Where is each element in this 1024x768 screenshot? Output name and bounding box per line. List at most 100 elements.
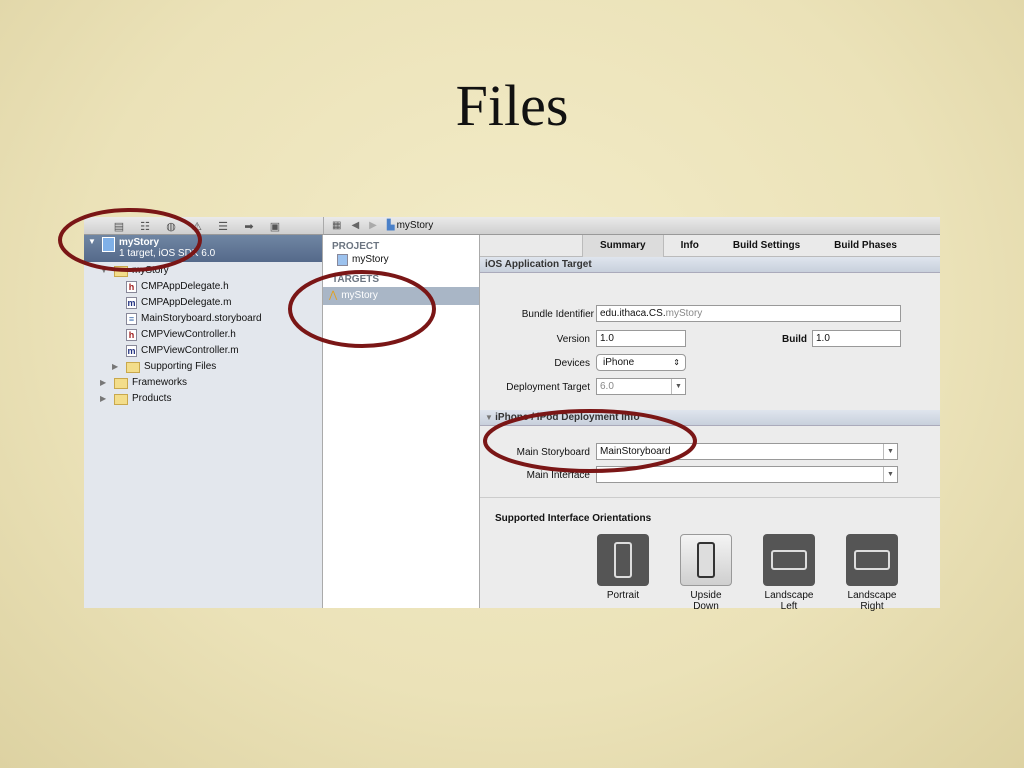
dropdown-icon[interactable]: ▼ xyxy=(883,467,897,482)
log-icon[interactable]: ▣ xyxy=(262,220,288,233)
build-label: Build xyxy=(782,334,807,345)
deployment-header-label: iPhone / iPod Deployment Info xyxy=(495,412,640,423)
orientation-toggle[interactable]: Portrait xyxy=(596,534,650,601)
deploy-value: 6.0 xyxy=(600,381,614,392)
slide-title: Files xyxy=(455,73,569,138)
back-icon[interactable]: ◀ xyxy=(351,220,359,231)
nav-item-label: Frameworks xyxy=(132,377,188,388)
targets-header: TARGETS xyxy=(332,274,380,285)
storyboard-label: Main Storyboard xyxy=(516,447,590,458)
test-icon[interactable]: ☰ xyxy=(210,220,236,233)
nav-item-label: myStory xyxy=(132,265,169,276)
orientation-label: Landscape xyxy=(847,590,897,601)
project-name: myStory xyxy=(119,237,160,248)
build-field[interactable]: 1.0 xyxy=(812,330,901,347)
warning-icon[interactable]: ⚠ xyxy=(184,220,210,233)
tab-build-phases[interactable]: Build Phases xyxy=(817,235,914,257)
main-interface-combo[interactable]: ▼ xyxy=(596,466,898,483)
project-item[interactable]: myStory xyxy=(323,252,479,268)
nav-item-label: CMPAppDelegate.m xyxy=(141,297,232,308)
forward-icon[interactable]: ▶ xyxy=(369,220,377,231)
tab-info[interactable]: Info xyxy=(664,235,716,257)
nav-item[interactable]: ▶ Supporting Files xyxy=(84,359,322,375)
orientation-toggle[interactable]: Landscape Left xyxy=(762,534,816,612)
tab-summary[interactable]: Summary xyxy=(582,234,664,257)
bundle-suffix: myStory xyxy=(665,308,703,319)
tab-build-settings[interactable]: Build Settings xyxy=(716,235,817,257)
nav-item[interactable]: ▶ Products xyxy=(84,391,322,407)
target-editor: Summary Info Build Settings Build Phases iO… xyxy=(480,234,940,612)
orientation-label: Portrait xyxy=(606,590,640,601)
disclosure-icon[interactable]: ▼ xyxy=(88,237,98,262)
breakpoint-icon[interactable]: ➡ xyxy=(236,220,262,233)
project-item-label: myStory xyxy=(352,254,389,265)
nav-item-label: MainStoryboard.storyboard xyxy=(141,313,262,324)
orientation-toggle[interactable]: Landscape Right xyxy=(845,534,899,612)
main-storyboard-combo[interactable]: MainStoryboard ▼ xyxy=(596,443,898,460)
portrait-phone-icon xyxy=(597,534,649,586)
nav-item-label: CMPAppDelegate.h xyxy=(141,281,229,292)
project-row[interactable]: ▼ myStory 1 target, iOS SDK 6.0 xyxy=(84,235,322,262)
search-icon[interactable]: ◍ xyxy=(158,220,184,233)
dropdown-icon[interactable]: ▼ xyxy=(883,444,897,459)
nav-item[interactable]: ▼ myStory xyxy=(84,263,322,279)
project-icon: ▙ xyxy=(386,220,395,231)
project-navigator: ▼ myStory 1 target, iOS SDK 6.0 ▼ myStory h… xyxy=(84,235,323,608)
disclosure-icon[interactable]: ▶ xyxy=(100,375,110,391)
nav-item[interactable]: ≡ MainStoryboard.storyboard xyxy=(84,311,322,327)
orientation-label-2: Down xyxy=(693,601,719,612)
disclosure-icon: ▼ xyxy=(485,413,496,422)
disclosure-icon[interactable]: ▶ xyxy=(112,359,122,375)
bundle-identifier-field[interactable]: edu.ithaca.CS.myStory xyxy=(596,305,901,322)
grid-icon[interactable]: ▦ xyxy=(332,220,341,231)
nav-item-label: CMPViewController.m xyxy=(141,345,239,356)
interface-label: Main Interface xyxy=(526,470,590,481)
nav-item[interactable]: m CMPAppDelegate.m xyxy=(84,295,322,311)
stepper-icon: ⇕ xyxy=(673,358,680,367)
section-header: iOS Application Target xyxy=(480,257,940,273)
version-field[interactable]: 1.0 xyxy=(596,330,686,347)
landscape-phone-icon xyxy=(846,534,898,586)
orientation-label-2: Right xyxy=(860,601,884,612)
devices-select[interactable]: iPhone ⇕ xyxy=(596,354,686,371)
m-file-icon: m xyxy=(126,297,137,309)
storyboard-value: MainStoryboard xyxy=(600,446,671,457)
nav-item-label: Products xyxy=(132,393,172,404)
xcode-window: ▤ ☷ ◍ ⚠ ☰ ➡ ▣ ▦ ◀ ▶ ▙ myStory ▼ myStory 1… xyxy=(84,217,940,612)
disclosure-icon[interactable]: ▼ xyxy=(100,263,110,279)
nav-item[interactable]: h CMPViewController.h xyxy=(84,327,322,343)
orientation-label: Landscape xyxy=(764,590,814,601)
bundle-prefix: edu.ithaca.CS. xyxy=(600,308,666,319)
dropdown-icon[interactable]: ▼ xyxy=(671,379,685,394)
orientation-toggle[interactable]: Upside Down xyxy=(679,534,733,612)
folder-icon[interactable]: ▤ xyxy=(106,220,132,233)
deployment-header[interactable]: ▼ iPhone / iPod Deployment Info xyxy=(480,410,940,426)
project-target-list: PROJECT myStory TARGETS ⋀ myStory xyxy=(323,235,480,608)
h-file-icon: h xyxy=(126,329,137,341)
orientation-label: Upside xyxy=(690,590,722,601)
symbol-icon[interactable]: ☷ xyxy=(132,220,158,233)
h-file-icon: h xyxy=(126,281,137,293)
disclosure-icon[interactable]: ▶ xyxy=(100,391,110,407)
deployment-target-combo[interactable]: 6.0 ▼ xyxy=(596,378,686,395)
devices-label: Devices xyxy=(554,358,590,369)
breadcrumb[interactable]: myStory xyxy=(397,220,434,231)
project-icon xyxy=(102,237,115,252)
app-target-icon: ⋀ xyxy=(329,290,338,301)
project-header: PROJECT xyxy=(332,241,380,252)
editor-tabs: Summary Info Build Settings Build Phases xyxy=(480,234,940,257)
devices-value: iPhone xyxy=(603,357,635,368)
target-item[interactable]: ⋀ myStory xyxy=(323,287,479,305)
bundle-label: Bundle Identifier xyxy=(521,309,594,320)
folder-icon xyxy=(114,393,128,405)
navigator-toolbar: ▤ ☷ ◍ ⚠ ☰ ➡ ▣ xyxy=(84,217,323,235)
portrait-phone-icon xyxy=(680,534,732,586)
nav-item[interactable]: h CMPAppDelegate.h xyxy=(84,279,322,295)
nav-item-label: CMPViewController.h xyxy=(141,329,236,340)
nav-item[interactable]: ▶ Frameworks xyxy=(84,375,322,391)
sb-file-icon: ≡ xyxy=(126,313,137,325)
orientation-label-2: Left xyxy=(780,601,798,612)
target-item-label: myStory xyxy=(341,290,378,301)
nav-item[interactable]: m CMPViewController.m xyxy=(84,343,322,359)
project-subtitle: 1 target, iOS SDK 6.0 xyxy=(119,248,216,259)
